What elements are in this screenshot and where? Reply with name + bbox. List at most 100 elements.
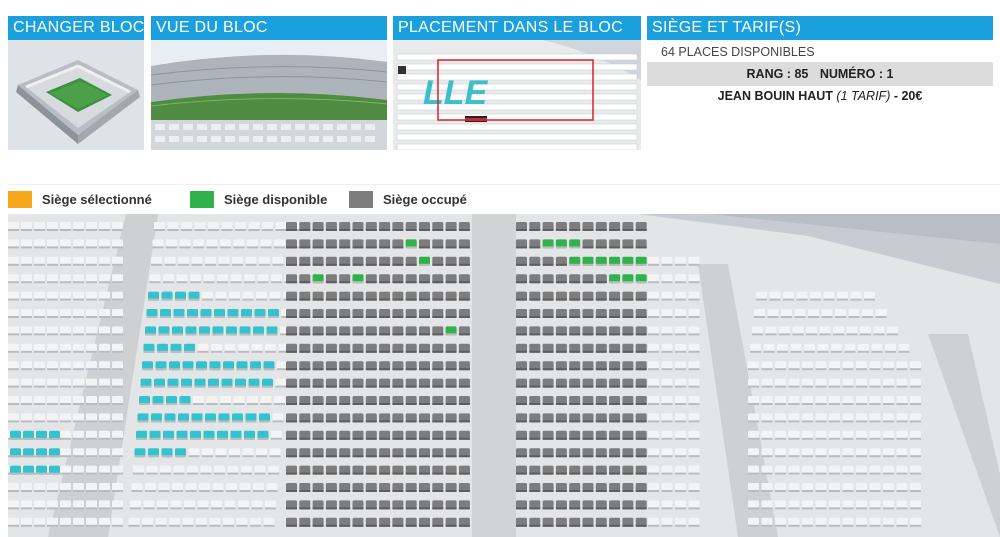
center-right-block-seat-edge (622, 403, 634, 405)
change-block-panel[interactable]: CHANGER BLOC (8, 16, 144, 150)
center-right-block-seat-edge (582, 437, 594, 440)
tribune-name: JEAN BOUIN HAUT (717, 89, 833, 103)
main-block-seat-edge (339, 490, 351, 492)
main-block-seat-edge (445, 524, 457, 527)
main-block-seat-edge (445, 368, 457, 371)
left-center-block-seat-edge (140, 385, 152, 388)
main-block-seat-edge (312, 524, 324, 527)
block-view-panel[interactable]: VUE DU BLOC (151, 16, 387, 150)
main-block-seat-edge (392, 316, 404, 318)
main-block-seat-edge (286, 298, 297, 301)
left-center-block-seat-edge (158, 333, 170, 336)
main-block-seat-edge (405, 368, 417, 371)
center-right-block-seat-edge (582, 472, 594, 475)
left-center-block-seat-edge (242, 298, 254, 301)
left-center-block-seat-edge (247, 246, 258, 249)
left-block-seat-edge (8, 246, 19, 249)
left-center-block-seat-edge (199, 333, 210, 336)
center-right-block-seat-edge (582, 524, 594, 527)
center-right-block-seat-edge (516, 490, 527, 492)
center-right-block-seat-edge (542, 437, 554, 440)
left-center-block-seat-edge (149, 437, 161, 440)
center-right-block-seat-edge (595, 437, 607, 440)
far-right-block-seat-edge (887, 333, 898, 336)
main-block-seat-edge (325, 524, 337, 527)
center-right-block-seat-edge (529, 316, 541, 318)
left-block-seat-edge (47, 403, 58, 405)
far-right-block-seat-edge (775, 490, 786, 492)
center-right-block-seat-edge (622, 281, 634, 284)
main-block-seat-edge (339, 385, 351, 388)
far-right-block-seat-edge (842, 524, 854, 527)
far-right-block-seat-edge (856, 490, 867, 492)
left-block-seat-edge (60, 403, 71, 405)
left-block-seat-edge (34, 316, 45, 318)
far-right-block-seat-edge (864, 298, 875, 301)
far-right-block-seat-edge (788, 403, 800, 405)
left-center-block-seat-edge (152, 403, 164, 405)
center-right-block-seat-edge (622, 298, 634, 301)
main-block-seat-edge (365, 350, 377, 353)
left-center-block-seat-edge (260, 246, 272, 249)
left-block-seat-edge (34, 524, 45, 527)
right-block-seat-edge (661, 437, 673, 440)
placement-panel: PLACEMENT DANS LE BLOC LLE (393, 16, 641, 150)
far-right-block-seat-edge (883, 437, 894, 440)
main-block-seat-edge (299, 368, 311, 371)
left-center-block-seat-edge (191, 263, 203, 266)
far-right-block-seat-edge (829, 490, 840, 492)
main-block-seat-edge (458, 507, 470, 510)
far-right-block-seat-edge (788, 507, 800, 510)
left-block-seat-edge (99, 385, 110, 388)
center-right-block-seat-edge (595, 385, 607, 388)
center-right-block-seat-edge (555, 368, 567, 371)
main-block-seat-edge (379, 524, 391, 527)
left-center-block-seat-edge (253, 333, 264, 336)
far-right-block-seat-edge (808, 316, 819, 318)
left-center-block-seat-edge (164, 420, 176, 423)
stadium-overview-image[interactable] (8, 40, 144, 150)
left-center-block-seat-edge (230, 281, 242, 284)
seat-map-canvas[interactable] (8, 214, 1000, 537)
seat-map[interactable] (8, 214, 1000, 537)
far-right-block-seat-edge (788, 472, 800, 475)
center-right-block-seat-edge (529, 298, 541, 301)
main-block-seat-edge (312, 385, 324, 388)
left-block-seat-edge (99, 455, 110, 458)
right-block-seat-edge (688, 507, 700, 510)
main-block-seat-edge (432, 368, 444, 371)
far-right-block-seat-edge (842, 437, 854, 440)
left-block-seat-edge (60, 507, 71, 510)
center-right-block-seat-edge (595, 316, 607, 318)
left-center-block-seat-edge (143, 507, 155, 510)
main-block-seat-edge (339, 229, 351, 231)
right-block-seat-edge (661, 350, 673, 353)
main-block-seat-edge (432, 229, 444, 231)
left-center-block-seat-edge (256, 455, 267, 458)
main-block-seat-edge (405, 455, 417, 458)
far-right-block-seat-edge (910, 437, 921, 440)
center-right-block-seat-edge (542, 263, 554, 266)
far-right-block-seat-edge (842, 420, 854, 423)
far-right-block-seat-edge (871, 350, 883, 353)
far-right-block-seat-edge (775, 455, 786, 458)
center-right-block-seat-edge (635, 316, 647, 318)
main-block-seat-edge (445, 420, 457, 423)
change-block-title[interactable]: CHANGER BLOC (8, 16, 144, 40)
right-block-seat-edge (675, 455, 686, 458)
main-block-seat-edge (405, 403, 417, 405)
main-block-seat-edge (365, 298, 377, 301)
main-block-seat-edge (352, 281, 364, 284)
center-right-block-seat-edge (582, 490, 594, 492)
left-block-seat-edge (86, 385, 97, 388)
left-block-seat-edge (99, 263, 110, 266)
main-block-seat-edge (325, 403, 337, 405)
main-block-seat-edge (419, 420, 430, 423)
left-block-seat-edge (34, 333, 45, 336)
far-right-block-seat-edge (790, 350, 802, 353)
left-block-seat-edge (112, 524, 123, 527)
main-block-seat-edge (419, 507, 430, 510)
center-right-block-seat-edge (595, 524, 607, 527)
left-center-block-seat-edge (179, 403, 191, 405)
center-right-block-seat-edge (582, 263, 594, 266)
